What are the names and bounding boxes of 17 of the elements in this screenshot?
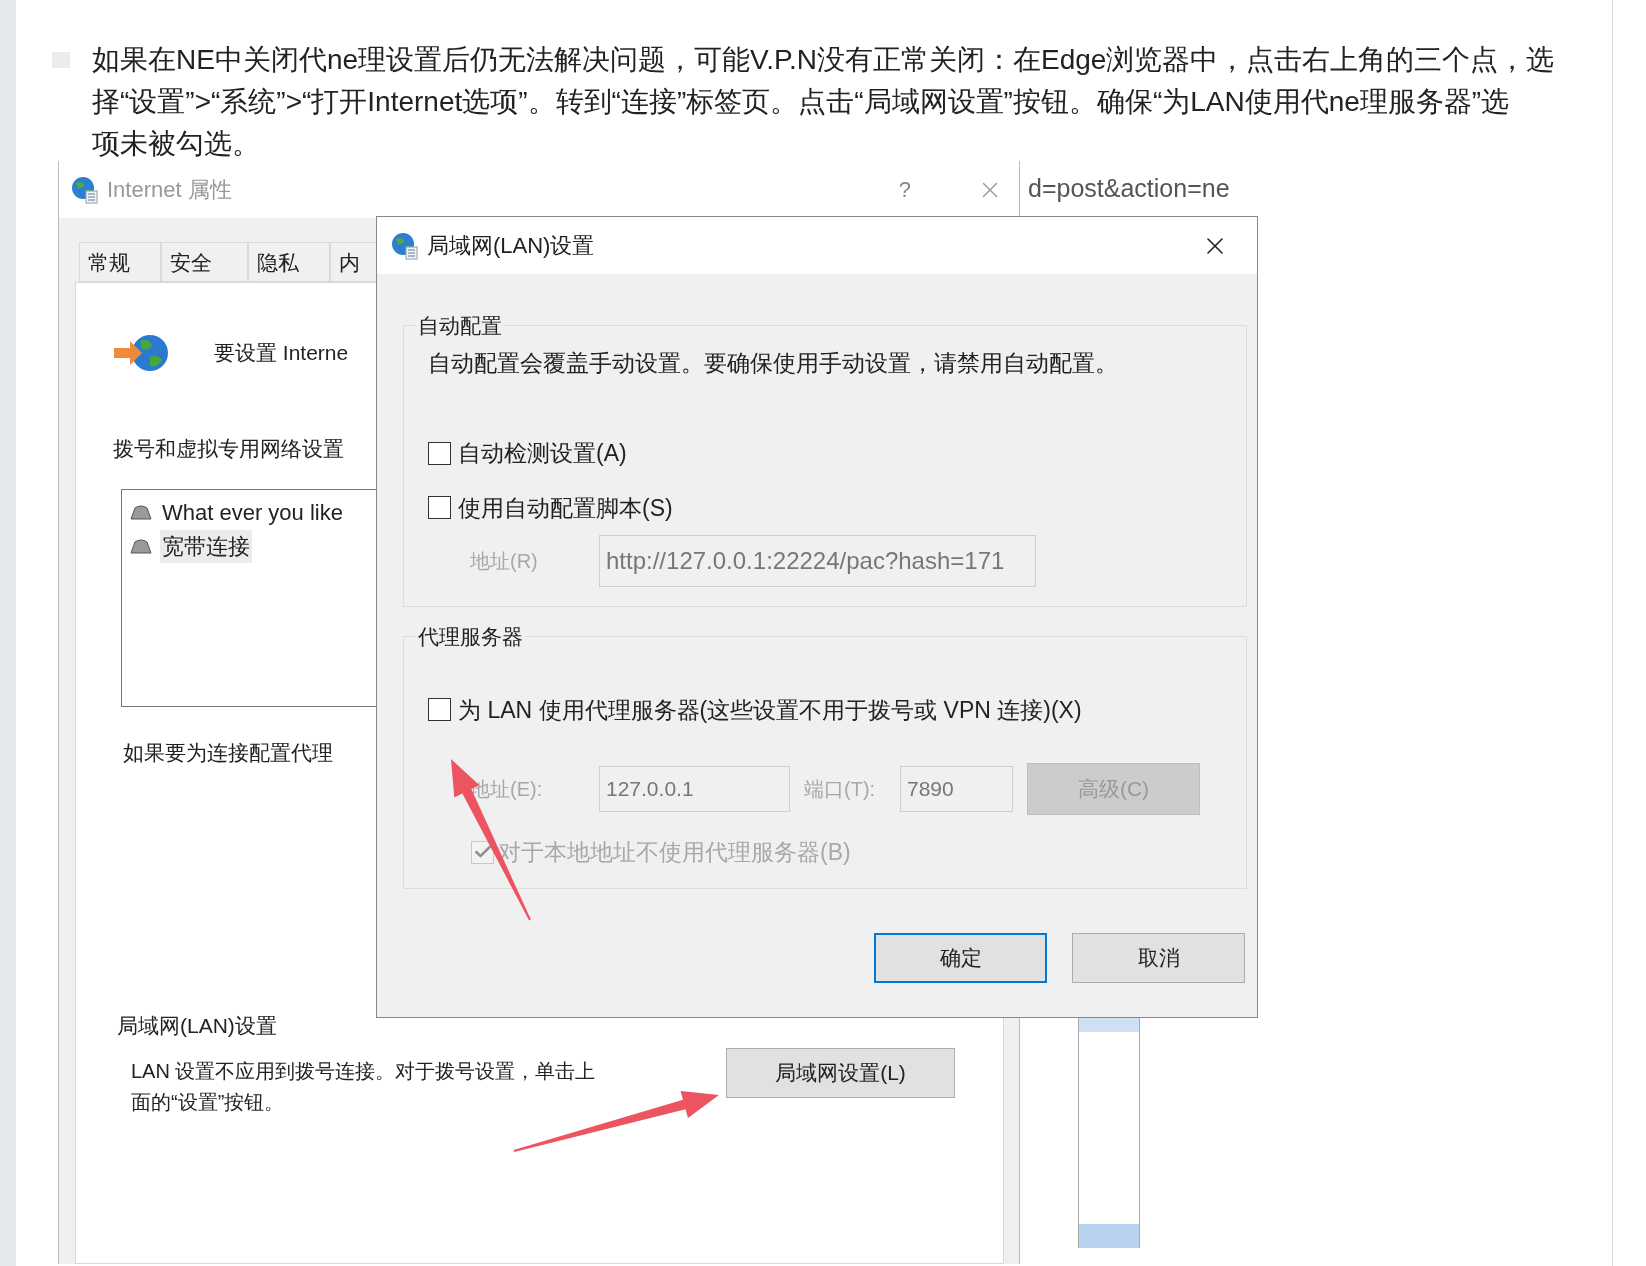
address-label: 地址(R) [470,549,539,574]
dialog-title: 局域网(LAN)设置 [427,232,595,260]
group-label: 代理服务器 [417,624,524,650]
lan-description: LAN 设置不应用到拨号连接。对于拨号设置，单击上 面的“设置”按钮。 [131,1058,597,1115]
proxy-text: 如果要为连接配置代理 [123,739,333,766]
window-title: Internet 属性 [107,176,232,204]
checkbox-label: 自动检测设置(A) [458,439,627,468]
port-label: 端口(T): [804,777,877,802]
checkbox-label: 为 LAN 使用代理服务器(这些设置不用于拨号或 VPN 连接)(X) [458,695,1082,725]
group-label: 自动配置 [417,313,503,339]
checkbox-label: 使用自动配置脚本(S) [458,493,673,523]
instruction-paragraph: 如果在NE中关闭代ne理设置后仍无法解决问题，可能V.P.N没有正常关闭：在Edge浏览器中，点击右上角的三个点，选 择“设置”>“系统”>“打开Internet选项”。转到“连接”标签页。点击“局域网设置”按钮。确保“为LAN使用代ne理服务器”选 项未被勾选。 [92,43,1555,161]
auto-config-note: 自动配置会覆盖手动设置。要确保使用手动设置，请禁用自动配置。 [428,348,1118,378]
url-text: d=post&action=ne [1028,172,1230,204]
vpn-heading: 拨号和虚拟专用网络设置 [113,436,344,462]
setup-text: 要设置 Interne [214,340,349,367]
lan-heading: 局域网(LAN)设置 [117,1013,277,1039]
